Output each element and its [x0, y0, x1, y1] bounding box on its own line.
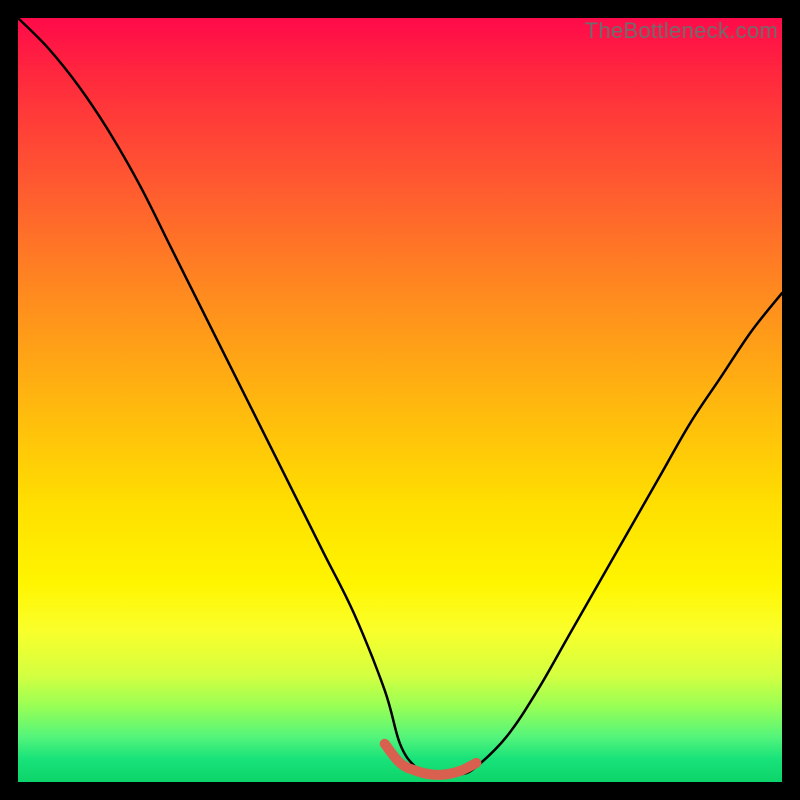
curve-path	[18, 18, 782, 775]
optimal-range-highlight	[385, 744, 477, 775]
chart-frame: TheBottleneck.com	[0, 0, 800, 800]
curve-layer	[18, 18, 782, 782]
highlight-path	[385, 744, 477, 775]
bottleneck-curve	[18, 18, 782, 775]
